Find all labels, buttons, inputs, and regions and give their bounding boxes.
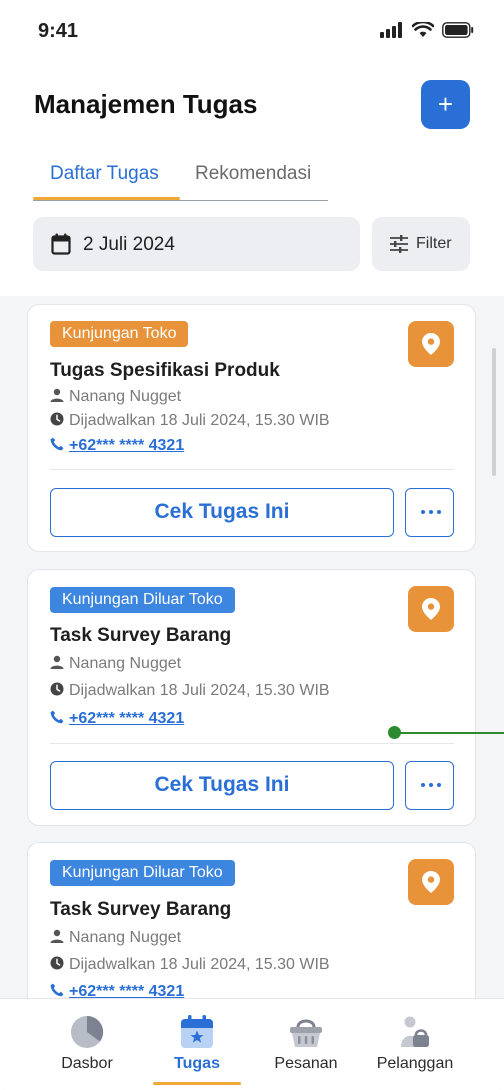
date-value: 2 Juli 2024 [83,234,175,255]
tab-rekomendasi[interactable]: Rekomendasi [195,163,311,185]
signal-icon [380,22,402,38]
schedule-row: Dijadwalkan 18 Juli 2024, 15.30 WIB [50,956,330,974]
nav-label: Dasbor [61,1055,113,1072]
task-card: Kunjungan Diluar Toko Task Survey Barang… [27,569,476,826]
page-title: Manajemen Tugas [34,89,258,119]
nav-item-tugas[interactable]: Tugas [142,999,252,1090]
pie-chart-icon [71,1015,104,1048]
map-pin-icon [422,333,440,355]
check-task-button[interactable]: Cek Tugas Ini [50,488,394,537]
date-picker[interactable]: 2 Juli 2024 [33,217,360,271]
task-title: Task Survey Barang [50,899,232,920]
schedule-text: Dijadwalkan 18 Juli 2024, 15.30 WIB [69,682,330,699]
task-type-badge: Kunjungan Toko [50,321,189,347]
task-type-badge: Kunjungan Diluar Toko [50,860,235,886]
schedule-row: Dijadwalkan 18 Juli 2024, 15.30 WIB [50,682,330,700]
sliders-icon [390,235,408,253]
nav-item-dasbor[interactable]: Dasbor [32,999,142,1090]
user-lock-icon [401,1016,429,1047]
status-icons [380,22,474,38]
nav-item-pelanggan[interactable]: Pelanggan [360,999,470,1090]
assignee-row: Nanang Nugget [50,388,181,406]
app-screen: 9:41 Manajemen Tugas + Daftar Tugas Reko… [0,0,504,1090]
phone-icon [50,710,64,724]
status-bar: 9:41 [0,0,504,64]
filter-button[interactable]: Filter [372,217,470,271]
phone-row: +62*** **** 4321 [50,437,184,455]
location-button[interactable] [408,859,454,905]
nav-label: Pesanan [274,1055,338,1072]
filter-label: Filter [416,235,452,252]
phone-row: +62*** **** 4321 [50,710,184,728]
nav-label: Tugas [174,1055,220,1072]
active-nav-indicator [153,1082,241,1085]
task-title: Tugas Spesifikasi Produk [50,360,280,381]
phone-link[interactable]: +62*** **** 4321 [69,437,184,454]
task-title: Task Survey Barang [50,625,232,646]
nav-label: Pelanggan [376,1055,454,1072]
phone-link[interactable]: +62*** **** 4321 [69,710,184,727]
assignee-name: Nanang Nugget [69,388,182,405]
check-task-button[interactable]: Cek Tugas Ini [50,761,394,810]
schedule-text: Dijadwalkan 18 Juli 2024, 15.30 WIB [69,412,330,429]
task-type-badge: Kunjungan Diluar Toko [50,587,235,613]
tab-daftar-tugas[interactable]: Daftar Tugas [50,163,159,185]
active-tab-indicator [33,197,180,200]
clock-icon [50,412,64,426]
annotation-connector-line [398,732,504,734]
schedule-row: Dijadwalkan 18 Juli 2024, 15.30 WIB [50,412,330,430]
nav-item-pesanan[interactable]: Pesanan [251,999,361,1090]
schedule-text: Dijadwalkan 18 Juli 2024, 15.30 WIB [69,956,330,973]
bottom-nav: Dasbor Tugas Pesanan Pelanggan [0,998,504,1090]
person-icon [50,655,64,669]
status-time: 9:41 [38,20,79,42]
person-icon [50,388,64,402]
scrollbar[interactable] [492,348,496,476]
card-divider [50,743,454,744]
task-card: Kunjungan Toko Tugas Spesifikasi Produk … [27,304,476,552]
wifi-icon [412,22,434,37]
add-task-button[interactable]: + [421,80,470,129]
phone-icon [50,983,64,997]
tab-bar: Daftar Tugas Rekomendasi [33,155,328,201]
assignee-name: Nanang Nugget [69,655,182,672]
calendar-star-icon [181,1015,213,1048]
calendar-icon [51,233,71,255]
clock-icon [50,956,64,970]
person-icon [50,929,64,943]
location-button[interactable] [408,321,454,367]
header: 9:41 Manajemen Tugas + Daftar Tugas Reko… [0,0,504,296]
assignee-row: Nanang Nugget [50,929,181,947]
more-options-button[interactable] [405,488,454,537]
map-pin-icon [422,598,440,620]
location-button[interactable] [408,586,454,632]
basket-icon [290,1019,322,1047]
more-options-button[interactable] [405,761,454,810]
assignee-name: Nanang Nugget [69,929,182,946]
assignee-row: Nanang Nugget [50,655,181,673]
phone-icon [50,437,64,451]
card-divider [50,469,454,470]
map-pin-icon [422,871,440,893]
battery-icon [442,22,474,38]
clock-icon [50,682,64,696]
